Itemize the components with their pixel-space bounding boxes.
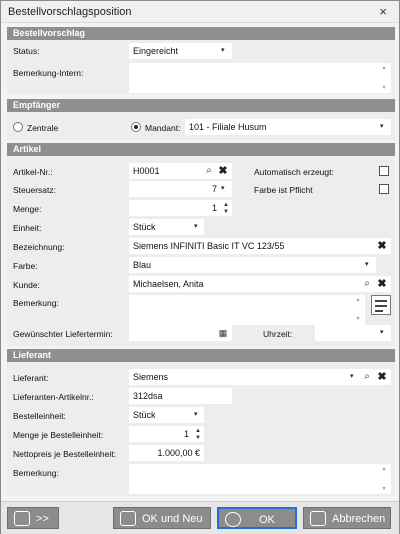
- list-icon: [14, 511, 30, 526]
- zentrale-label: Zentrale: [27, 123, 59, 133]
- bemerkung-intern-label: Bemerkung-Intern:: [13, 68, 84, 78]
- ok-und-neu-label: OK und Neu: [142, 513, 203, 525]
- scroll-down-icon[interactable]: ▾: [379, 83, 389, 93]
- menge-label: Menge:: [13, 204, 42, 214]
- farbe-dropdown-icon[interactable]: ▾: [365, 260, 369, 268]
- menge-down-icon[interactable]: ▼: [222, 209, 230, 215]
- bestelleinheit-dropdown-icon[interactable]: ▾: [194, 410, 198, 418]
- farbe-select[interactable]: Blau: [129, 257, 376, 273]
- ok-label: OK: [259, 514, 275, 526]
- close-icon[interactable]: ×: [379, 4, 387, 19]
- ok-und-neu-button[interactable]: OK und Neu: [113, 507, 211, 529]
- scroll-up-icon[interactable]: ▴: [379, 63, 389, 73]
- dialog-window: Bestellvorschlagsposition × Bestellvorsc…: [0, 0, 400, 534]
- search-icon[interactable]: ⌕: [361, 278, 373, 290]
- steuersatz-select[interactable]: 7: [129, 181, 232, 197]
- calendar-icon[interactable]: ▦: [217, 327, 229, 339]
- liefertermin-label: Gewünschter Liefertermin:: [13, 329, 113, 339]
- section-header-bestellvorschlag: Bestellvorschlag: [7, 27, 395, 40]
- einheit-label: Einheit:: [13, 223, 42, 233]
- window-title: Bestellvorschlagsposition: [8, 6, 132, 18]
- abbrechen-button[interactable]: Abbrechen: [303, 507, 391, 529]
- lieferanten-artikelnr-label: Lieferanten-Artikelnr.:: [13, 392, 94, 402]
- ok-button[interactable]: OK: [217, 507, 297, 529]
- more-button-label: >>: [36, 513, 49, 525]
- farbe-pflicht-label: Farbe ist Pflicht: [254, 185, 313, 195]
- lieferant-bemerkung-label: Bemerkung:: [13, 468, 59, 478]
- clear-icon[interactable]: ✖: [376, 278, 388, 290]
- scroll-down-icon[interactable]: ▾: [353, 314, 363, 324]
- farbe-label: Farbe:: [13, 261, 38, 271]
- lieferanten-artikelnr-input[interactable]: 312dsa: [129, 388, 232, 404]
- uhrzeit-dropdown-icon[interactable]: ▾: [380, 328, 384, 336]
- clear-icon[interactable]: ✖: [376, 371, 388, 383]
- menge-je-stepper[interactable]: 1: [129, 426, 204, 442]
- nettopreis-label: Nettopreis je Bestelleinheit:: [13, 449, 117, 459]
- abbrechen-label: Abbrechen: [332, 513, 386, 525]
- kunde-input[interactable]: Michaelsen, Anita: [129, 276, 391, 292]
- lieferant-label: Lieferant:: [13, 373, 49, 383]
- bemerkung-intern-textarea[interactable]: [129, 63, 391, 93]
- nettopreis-input[interactable]: 1.000,00 €: [129, 445, 204, 461]
- menge-je-up-icon[interactable]: ▲: [194, 428, 202, 434]
- mandant-label: Mandant:: [145, 123, 181, 133]
- steuersatz-label: Steuersatz:: [13, 185, 56, 195]
- section-header-lieferant: Lieferant: [7, 349, 395, 362]
- bestelleinheit-select[interactable]: Stück: [129, 407, 204, 423]
- lieferant-dropdown-icon[interactable]: ▾: [350, 372, 354, 380]
- kunde-label: Kunde:: [13, 280, 40, 290]
- check-icon: [225, 512, 241, 527]
- farbe-pflicht-checkbox[interactable]: [379, 184, 389, 194]
- mandant-dropdown-icon[interactable]: ▾: [380, 122, 384, 130]
- scroll-up-icon[interactable]: ▴: [379, 464, 389, 474]
- einheit-dropdown-icon[interactable]: ▾: [194, 222, 198, 230]
- status-label: Status:: [13, 46, 40, 56]
- clear-icon[interactable]: ✖: [376, 240, 388, 252]
- scroll-up-icon[interactable]: ▴: [353, 295, 363, 305]
- title-bar: Bestellvorschlagsposition ×: [1, 1, 399, 23]
- cancel-document-icon: [310, 511, 326, 526]
- radio-mandant[interactable]: [131, 122, 141, 132]
- mandant-select[interactable]: 101 - Filiale Husum: [185, 119, 391, 135]
- menge-je-down-icon[interactable]: ▼: [194, 435, 202, 441]
- auto-erzeugt-label: Automatisch erzeugt:: [254, 167, 334, 177]
- bezeichnung-input[interactable]: Siemens INFINITI Basic IT VC 123/55: [129, 238, 391, 254]
- button-bar: >> OK und Neu OK Abbrechen: [1, 501, 399, 534]
- search-icon[interactable]: ⌕: [203, 165, 215, 177]
- bemerkung-label: Bemerkung:: [13, 298, 59, 308]
- lieferant-bemerkung-textarea[interactable]: [129, 464, 391, 494]
- section-header-artikel: Artikel: [7, 143, 395, 156]
- status-dropdown-icon[interactable]: ▾: [221, 46, 225, 54]
- bestelleinheit-label: Bestelleinheit:: [13, 411, 66, 421]
- clear-icon[interactable]: ✖: [217, 165, 229, 177]
- menge-stepper[interactable]: 1: [129, 200, 232, 216]
- einheit-select[interactable]: Stück: [129, 219, 204, 235]
- status-select[interactable]: Eingereicht: [129, 43, 232, 59]
- artikel-nr-label: Artikel-Nr.:: [13, 167, 53, 177]
- bezeichnung-label: Bezeichnung:: [13, 242, 65, 252]
- bemerkung-textarea[interactable]: [129, 295, 365, 325]
- auto-erzeugt-checkbox[interactable]: [379, 166, 389, 176]
- check-plus-icon: [120, 511, 136, 526]
- scroll-down-icon[interactable]: ▾: [379, 484, 389, 494]
- steuersatz-dropdown-icon[interactable]: ▾: [221, 184, 225, 192]
- search-icon[interactable]: ⌕: [361, 371, 373, 383]
- notes-icon[interactable]: [371, 295, 391, 315]
- more-button[interactable]: >>: [7, 507, 59, 529]
- uhrzeit-label: Uhrzeit:: [263, 329, 293, 339]
- radio-zentrale[interactable]: [13, 122, 23, 132]
- menge-je-label: Menge je Bestelleinheit:: [13, 430, 104, 440]
- menge-up-icon[interactable]: ▲: [222, 202, 230, 208]
- section-header-empfaenger: Empfänger: [7, 99, 395, 112]
